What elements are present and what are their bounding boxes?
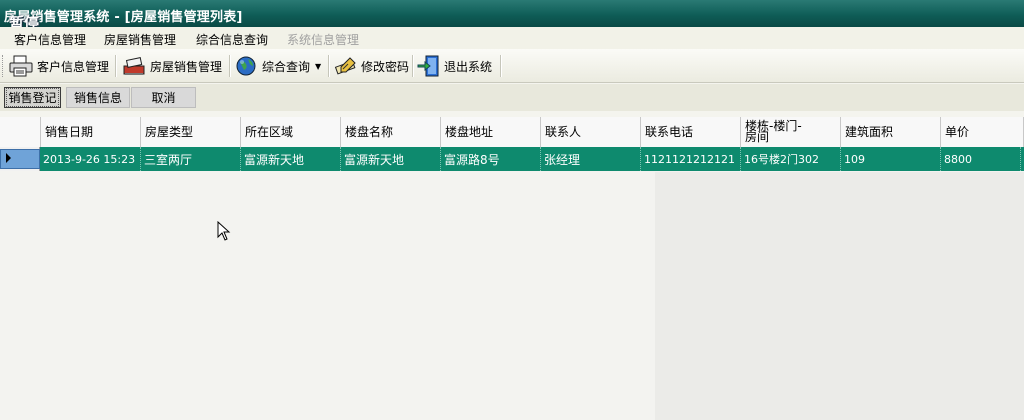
sales-register-label: 销售登记 <box>6 88 59 107</box>
menu-bar: 客户信息管理 房屋销售管理 综合信息查询 系统信息管理 <box>0 27 1024 49</box>
cell-phone[interactable]: 1121121212121 <box>641 147 741 171</box>
cell-unit[interactable]: 16号楼2门302 <box>741 147 841 171</box>
sales-info-button[interactable]: 销售信息 <box>66 87 130 108</box>
cell-building-name[interactable]: 富源新天地 <box>341 147 441 171</box>
menu-system-info[interactable]: 系统信息管理 <box>287 31 359 48</box>
toolbar-grip[interactable] <box>2 55 6 77</box>
sales-grid[interactable]: 销售日期 房屋类型 所在区域 楼盘名称 楼盘地址 联系人 联系电话 楼栋-楼门-… <box>0 117 1024 420</box>
key-pencil-icon <box>334 57 356 75</box>
cell-area[interactable]: 富源新天地 <box>241 147 341 171</box>
toolbar-separator <box>412 55 414 77</box>
cancel-button[interactable]: 取消 <box>131 87 196 108</box>
mouse-cursor-icon <box>217 221 231 241</box>
toolbar-separator <box>115 55 117 77</box>
cancel-label: 取消 <box>151 91 176 105</box>
column-header[interactable]: 联系人 <box>541 117 641 147</box>
cell-sale-date[interactable]: 2013-9-26 15:23 <box>40 147 141 171</box>
customer-info-button[interactable]: 客户信息管理 <box>8 54 109 78</box>
house-sales-label: 房屋销售管理 <box>150 59 223 74</box>
exit-system-label: 退出系统 <box>444 59 493 74</box>
column-header[interactable]: 楼盘地址 <box>441 117 541 147</box>
toolbar-separator <box>328 55 330 77</box>
integrated-query-button[interactable]: 综合查询 ▼ <box>235 54 321 78</box>
house-sales-button[interactable]: 房屋销售管理 <box>121 54 222 78</box>
customer-info-label: 客户信息管理 <box>37 59 110 74</box>
cell-house-type[interactable]: 三室两厅 <box>141 147 241 171</box>
column-header[interactable]: 所在区域 <box>241 117 341 147</box>
toolbar-separator <box>500 55 502 77</box>
dropdown-arrow-icon[interactable]: ▼ <box>315 62 321 71</box>
cash-register-icon <box>123 57 145 75</box>
globe-icon <box>236 56 256 76</box>
column-header[interactable]: 楼栋-楼门-房间 <box>741 117 841 147</box>
printer-icon <box>9 55 33 77</box>
sales-info-label: 销售信息 <box>73 91 122 105</box>
cell-building-address[interactable]: 富源路8号 <box>441 147 541 171</box>
title-bar: 房屋销售管理系统 - [房屋销售管理列表] 暂停 <box>0 0 1024 32</box>
exit-system-button[interactable]: 退出系统 <box>417 54 492 78</box>
current-row-arrow-icon <box>6 153 11 163</box>
column-header[interactable]: 房屋类型 <box>141 117 241 147</box>
column-header[interactable]: 联系电话 <box>641 117 741 147</box>
grid-corner-cell[interactable] <box>0 117 41 147</box>
cell-unit-price[interactable]: 8800 <box>941 147 1021 171</box>
change-password-label: 修改密码 <box>361 59 410 74</box>
integrated-query-label: 综合查询 <box>262 59 311 74</box>
column-header[interactable]: 单价 <box>941 117 1024 147</box>
table-row[interactable]: 2013-9-26 15:23 三室两厅 富源新天地 富源新天地 富源路8号 张… <box>0 147 1024 171</box>
change-password-button[interactable]: 修改密码 <box>334 54 409 78</box>
column-header[interactable]: 楼盘名称 <box>341 117 441 147</box>
menu-integrated-query[interactable]: 综合信息查询 <box>196 31 268 48</box>
exit-door-icon <box>417 55 439 77</box>
toolbar-separator <box>229 55 231 77</box>
menu-customer-info[interactable]: 客户信息管理 <box>14 31 86 48</box>
menu-house-sales[interactable]: 房屋销售管理 <box>104 31 176 48</box>
window-title: 房屋销售管理系统 - [房屋销售管理列表] <box>4 10 243 25</box>
grid-header: 销售日期 房屋类型 所在区域 楼盘名称 楼盘地址 联系人 联系电话 楼栋-楼门-… <box>0 117 1024 148</box>
action-bar: 销售登记 销售信息 取消 <box>0 84 1024 111</box>
column-header[interactable]: 销售日期 <box>41 117 141 147</box>
cell-contact[interactable]: 张经理 <box>541 147 641 171</box>
toolbar: 客户信息管理 房屋销售管理 综合查询 ▼ 修改密码 退出系统 <box>0 49 1024 83</box>
grid-empty-area <box>655 172 1024 420</box>
cell-floor-area[interactable]: 109 <box>841 147 941 171</box>
column-header[interactable]: 建筑面积 <box>841 117 941 147</box>
sales-register-button[interactable]: 销售登记 <box>4 87 61 108</box>
row-header[interactable] <box>0 147 40 171</box>
